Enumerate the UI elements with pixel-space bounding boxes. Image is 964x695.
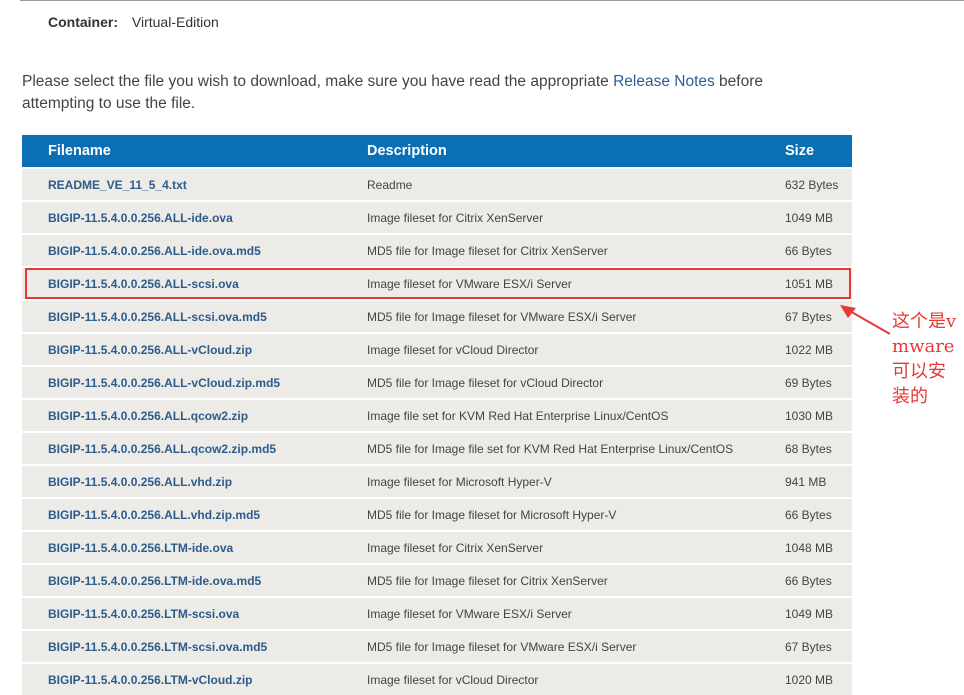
table-row: BIGIP-11.5.4.0.0.256.ALL.qcow2.zip Image … (22, 400, 852, 431)
table-row: BIGIP-11.5.4.0.0.256.LTM-scsi.ova Image f… (22, 598, 852, 629)
size-cell: 632 Bytes (785, 178, 839, 192)
filename-link[interactable]: BIGIP-11.5.4.0.0.256.LTM-vCloud.zip (48, 673, 253, 687)
description-cell: MD5 file for Image fileset for VMware ES… (367, 310, 637, 324)
container-label: Container: (48, 14, 118, 30)
size-cell: 66 Bytes (785, 574, 832, 588)
intro-before: Please select the file you wish to downl… (22, 73, 614, 90)
filename-link[interactable]: BIGIP-11.5.4.0.0.256.ALL.vhd.zip.md5 (48, 508, 260, 522)
intro-text: Please select the file you wish to downl… (22, 71, 822, 115)
filename-link[interactable]: BIGIP-11.5.4.0.0.256.ALL-scsi.ova.md5 (48, 310, 267, 324)
header-description: Description (367, 143, 447, 159)
description-cell: Image fileset for Microsoft Hyper-V (367, 475, 552, 489)
description-cell: Image fileset for vCloud Director (367, 673, 539, 687)
description-cell: MD5 file for Image fileset for Citrix Xe… (367, 574, 608, 588)
filename-link[interactable]: BIGIP-11.5.4.0.0.256.LTM-scsi.ova.md5 (48, 640, 267, 654)
filename-link[interactable]: BIGIP-11.5.4.0.0.256.ALL-vCloud.zip.md5 (48, 376, 280, 390)
filename-link[interactable]: BIGIP-11.5.4.0.0.256.LTM-ide.ova (48, 541, 233, 555)
table-row: BIGIP-11.5.4.0.0.256.LTM-ide.ova.md5 MD5 … (22, 565, 852, 596)
size-cell: 66 Bytes (785, 244, 832, 258)
container-info: Container: Virtual-Edition (48, 14, 219, 30)
table-body: README_VE_11_5_4.txt Readme 632 Bytes BIGIP… (22, 169, 852, 695)
description-cell: Image file set for KVM Red Hat Enterpris… (367, 409, 669, 423)
annotation-arrow-icon (840, 305, 891, 335)
table-row: BIGIP-11.5.4.0.0.256.LTM-ide.ova Image fi… (22, 532, 852, 563)
size-cell: 69 Bytes (785, 376, 832, 390)
filename-link[interactable]: BIGIP-11.5.4.0.0.256.LTM-scsi.ova (48, 607, 239, 621)
table-row: BIGIP-11.5.4.0.0.256.ALL.qcow2.zip.md5 MD… (22, 433, 852, 464)
filename-link[interactable]: BIGIP-11.5.4.0.0.256.ALL-ide.ova (48, 211, 233, 225)
header-size: Size (785, 143, 815, 159)
size-cell: 66 Bytes (785, 508, 832, 522)
table-row: BIGIP-11.5.4.0.0.256.ALL.vhd.zip Image fi… (22, 466, 852, 497)
description-cell: Readme (367, 178, 413, 192)
description-cell: MD5 file for Image fileset for VMware ES… (367, 640, 637, 654)
annotation-note: 这个是vmware可以安装的 (892, 311, 957, 407)
description-cell: MD5 file for Image fileset for Microsoft… (367, 508, 617, 522)
filename-link[interactable]: BIGIP-11.5.4.0.0.256.ALL.qcow2.zip (48, 409, 248, 423)
size-cell: 1030 MB (785, 409, 834, 423)
description-cell: Image fileset for Citrix XenServer (367, 541, 544, 555)
size-cell: 67 Bytes (785, 640, 832, 654)
size-cell: 1020 MB (785, 673, 834, 687)
table-row: BIGIP-11.5.4.0.0.256.ALL-ide.ova.md5 MD5 … (22, 235, 852, 266)
size-cell: 67 Bytes (785, 310, 832, 324)
table-row: BIGIP-11.5.4.0.0.256.ALL.vhd.zip.md5 MD5 … (22, 499, 852, 530)
table-header: Filename Description Size (22, 135, 852, 167)
highlight-box (25, 268, 851, 299)
filename-link[interactable]: README_VE_11_5_4.txt (48, 178, 187, 192)
size-cell: 1022 MB (785, 343, 834, 357)
description-cell: MD5 file for Image file set for KVM Red … (367, 442, 734, 456)
size-cell: 941 MB (785, 475, 827, 489)
container-value: Virtual-Edition (131, 14, 219, 30)
filename-link[interactable]: BIGIP-11.5.4.0.0.256.ALL.qcow2.zip.md5 (48, 442, 276, 456)
filename-link[interactable]: BIGIP-11.5.4.0.0.256.ALL-ide.ova.md5 (48, 244, 261, 258)
table-row: BIGIP-11.5.4.0.0.256.ALL-ide.ova Image fi… (22, 202, 852, 233)
size-cell: 68 Bytes (785, 442, 832, 456)
table-row: BIGIP-11.5.4.0.0.256.ALL-scsi.ova.md5 MD5… (22, 301, 852, 332)
table-row: BIGIP-11.5.4.0.0.256.ALL-vCloud.zip.md5 M… (22, 367, 852, 398)
size-cell: 1049 MB (785, 607, 834, 621)
table-row: BIGIP-11.5.4.0.0.256.ALL-vCloud.zip Image… (22, 334, 852, 365)
table-row: BIGIP-11.5.4.0.0.256.LTM-scsi.ova.md5 MD5… (22, 631, 852, 662)
filename-link[interactable]: BIGIP-11.5.4.0.0.256.ALL-vCloud.zip (48, 343, 252, 357)
description-cell: Image fileset for vCloud Director (367, 343, 539, 357)
download-table: Filename Description Size README_VE_11_5… (22, 135, 852, 695)
description-cell: MD5 file for Image fileset for vCloud Di… (367, 376, 604, 390)
size-cell: 1049 MB (785, 211, 834, 225)
size-cell: 1048 MB (785, 541, 834, 555)
release-notes-link[interactable]: Release Notes (613, 73, 715, 90)
filename-link[interactable]: BIGIP-11.5.4.0.0.256.ALL.vhd.zip (48, 475, 232, 489)
filename-link[interactable]: BIGIP-11.5.4.0.0.256.LTM-ide.ova.md5 (48, 574, 261, 588)
description-cell: Image fileset for Citrix XenServer (367, 211, 544, 225)
description-cell: Image fileset for VMware ESX/i Server (367, 607, 572, 621)
description-cell: MD5 file for Image fileset for Citrix Xe… (367, 244, 608, 258)
top-divider (20, 0, 964, 5)
table-row: README_VE_11_5_4.txt Readme 632 Bytes (22, 169, 852, 200)
header-filename: Filename (48, 143, 111, 159)
